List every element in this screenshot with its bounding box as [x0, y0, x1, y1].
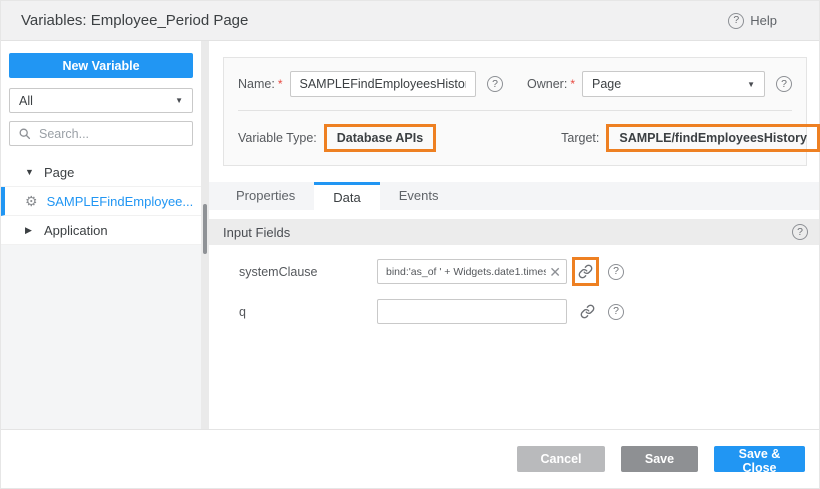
systemclause-label: systemClause: [239, 265, 377, 279]
search-input[interactable]: [37, 126, 184, 142]
help-link[interactable]: ? Help: [728, 13, 777, 29]
detail-tabs: Properties Data Events: [209, 182, 819, 210]
vertical-scrollbar[interactable]: [201, 41, 209, 429]
input-fields-title: Input Fields: [223, 225, 290, 240]
required-marker: *: [278, 77, 283, 91]
triangle-down-icon[interactable]: ▼: [25, 167, 35, 177]
triangle-right-icon[interactable]: ▶: [25, 225, 35, 236]
cancel-button[interactable]: Cancel: [517, 446, 605, 472]
variable-filter-value: All: [19, 94, 33, 108]
input-fields-list: systemClause ✕ ? q: [209, 245, 819, 337]
tab-events[interactable]: Events: [380, 182, 458, 210]
tree-group-page-label: Page: [44, 165, 74, 180]
q-label: q: [239, 305, 377, 319]
variable-filter-select[interactable]: All ▼: [9, 88, 193, 113]
name-help-icon[interactable]: ?: [487, 76, 503, 92]
variable-detail-panel: Name: * ? Owner: * Page ▼ ?: [209, 41, 819, 429]
variable-type-value-highlighted: Database APIs: [324, 124, 436, 152]
required-marker: *: [570, 77, 575, 91]
tree-group-application-label: Application: [44, 223, 108, 238]
tree-item-label: SAMPLEFindEmployee...: [47, 194, 194, 209]
variables-tree: ▼ Page ⚙ SAMPLEFindEmployee... ▶ Applica…: [1, 158, 201, 245]
link-icon: [580, 304, 595, 319]
page-title: Variables: Employee_Period Page: [21, 12, 248, 29]
tree-group-application[interactable]: ▶ Application: [1, 216, 201, 245]
name-input[interactable]: [290, 71, 477, 97]
q-bind-button[interactable]: [575, 300, 599, 324]
input-fields-header: Input Fields ?: [209, 219, 819, 245]
field-row-systemclause: systemClause ✕ ?: [239, 257, 819, 286]
help-circle-icon: ?: [728, 13, 744, 29]
q-help-icon[interactable]: ?: [608, 304, 624, 320]
variables-dialog: Variables: Employee_Period Page ? Help N…: [0, 0, 820, 489]
service-variable-icon: ⚙: [25, 193, 38, 210]
q-input-wrap: [377, 299, 567, 324]
systemclause-input-wrap: ✕: [377, 259, 567, 284]
name-label: Name:: [238, 77, 275, 91]
systemclause-input[interactable]: [384, 265, 548, 279]
input-fields-help-icon[interactable]: ?: [792, 224, 808, 240]
systemclause-help-icon[interactable]: ?: [608, 264, 624, 280]
panel-divider: [238, 110, 792, 111]
save-and-close-button[interactable]: Save & Close: [714, 446, 805, 472]
tree-group-page[interactable]: ▼ Page: [1, 158, 201, 187]
owner-value: Page: [592, 77, 621, 91]
target-label: Target:: [561, 131, 599, 145]
dialog-footer: Cancel Save Save & Close: [1, 429, 819, 488]
clear-binding-icon[interactable]: ✕: [548, 265, 562, 279]
dialog-header: Variables: Employee_Period Page ? Help: [1, 1, 819, 41]
caret-down-icon: ▼: [747, 80, 755, 89]
help-label: Help: [750, 13, 777, 28]
variable-type-label: Variable Type:: [238, 131, 317, 145]
search-icon: [18, 127, 31, 140]
variables-sidebar: New Variable All ▼ ▼ Page ⚙ SAMPLEFindEm…: [1, 41, 201, 429]
sidebar-empty-area: [1, 245, 201, 429]
save-button[interactable]: Save: [621, 446, 698, 472]
systemclause-bind-button-highlighted[interactable]: [572, 257, 599, 286]
variable-search[interactable]: [9, 121, 193, 146]
tab-properties[interactable]: Properties: [217, 182, 314, 210]
variable-summary-panel: Name: * ? Owner: * Page ▼ ?: [223, 57, 807, 166]
owner-label: Owner:: [527, 77, 567, 91]
owner-help-icon[interactable]: ?: [776, 76, 792, 92]
field-row-q: q ?: [239, 299, 819, 324]
owner-select[interactable]: Page ▼: [582, 71, 765, 97]
tree-item-selected-variable[interactable]: ⚙ SAMPLEFindEmployee...: [1, 187, 201, 216]
target-value-highlighted: SAMPLE/findEmployeesHistory: [606, 124, 820, 152]
new-variable-button[interactable]: New Variable: [9, 53, 193, 78]
link-icon: [578, 264, 593, 279]
caret-down-icon: ▼: [175, 96, 183, 105]
scrollbar-thumb[interactable]: [203, 204, 207, 254]
q-input[interactable]: [384, 305, 562, 319]
tab-data[interactable]: Data: [314, 182, 379, 219]
